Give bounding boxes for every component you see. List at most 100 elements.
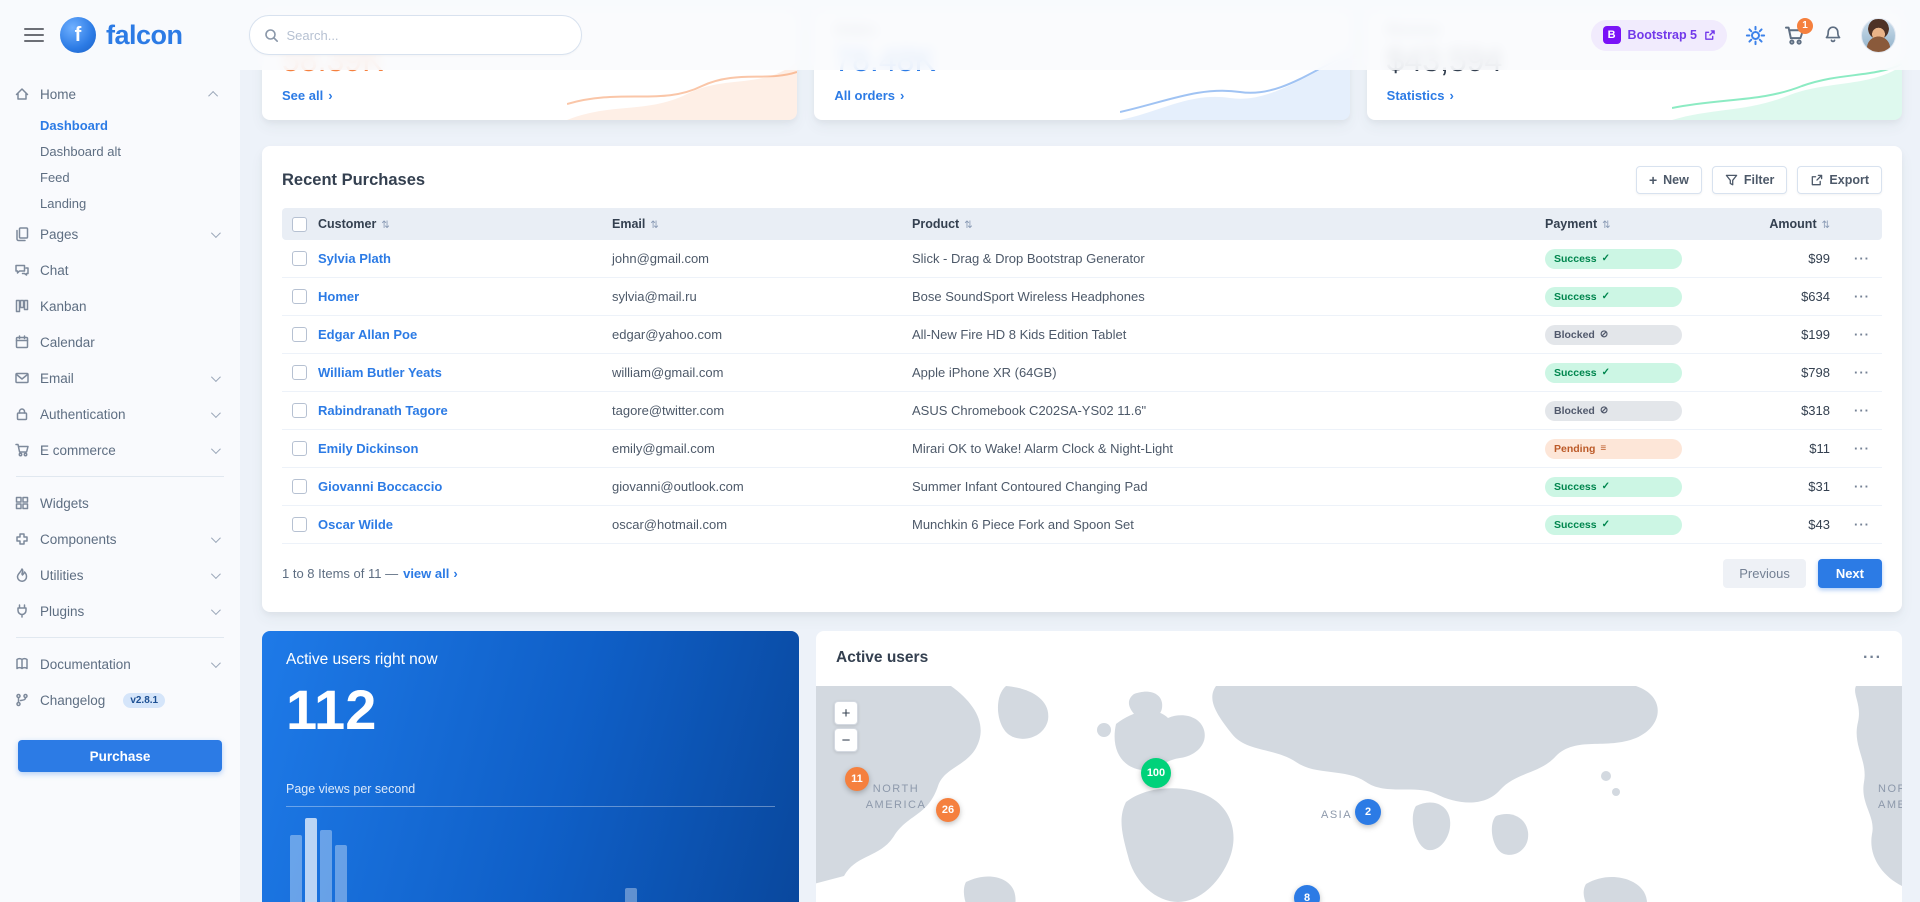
customer-link[interactable]: Emily Dickinson: [318, 441, 612, 456]
email-cell: emily@gmail.com: [612, 441, 912, 456]
sidebar-item-calendar[interactable]: Calendar: [0, 324, 240, 360]
zoom-in-button[interactable]: +: [834, 701, 858, 725]
row-actions-button[interactable]: ···: [1854, 479, 1870, 494]
column-header-email[interactable]: Email: [612, 217, 912, 231]
view-all-link[interactable]: view all: [403, 566, 458, 581]
sidebar-item-pages[interactable]: Pages: [0, 216, 240, 252]
bootstrap-badge[interactable]: B Bootstrap 5: [1591, 20, 1727, 51]
cart-count-badge: 1: [1797, 18, 1813, 34]
row-actions-button[interactable]: ···: [1854, 403, 1870, 418]
sidebar-item-utilities[interactable]: Utilities: [0, 557, 240, 593]
row-checkbox[interactable]: [292, 479, 307, 494]
export-button[interactable]: Export: [1797, 166, 1882, 194]
sidebar-item-ecommerce[interactable]: E commerce: [0, 432, 240, 468]
sidebar-item-kanban[interactable]: Kanban: [0, 288, 240, 324]
row-checkbox[interactable]: [292, 289, 307, 304]
amount-cell: $43: [1808, 517, 1842, 532]
table-row: Rabindranath Tagore tagore@twitter.com A…: [282, 392, 1882, 430]
customer-link[interactable]: Sylvia Plath: [318, 251, 612, 266]
map-marker[interactable]: 26: [936, 798, 960, 822]
sidebar-item-documentation[interactable]: Documentation: [0, 646, 240, 682]
settings-gear-button[interactable]: [1745, 25, 1766, 46]
all-orders-link[interactable]: All orders: [834, 88, 904, 103]
row-checkbox[interactable]: [292, 403, 307, 418]
sidebar-item-dashboard-alt[interactable]: Dashboard alt: [0, 138, 240, 164]
sidebar-item-label: Email: [40, 371, 74, 386]
user-avatar[interactable]: [1861, 18, 1896, 53]
filter-button[interactable]: Filter: [1712, 166, 1788, 194]
cart-button[interactable]: 1: [1784, 25, 1805, 46]
hamburger-menu-icon[interactable]: [24, 28, 44, 42]
stream-icon: ≡: [1600, 443, 1606, 454]
sparkline-bar: [290, 835, 302, 902]
sparkline-bar: [625, 888, 637, 902]
payment-badge: Success✓: [1545, 287, 1682, 307]
product-cell: Slick - Drag & Drop Bootstrap Generator: [912, 251, 1527, 266]
sidebar-item-email[interactable]: Email: [0, 360, 240, 396]
sidebar-item-widgets[interactable]: Widgets: [0, 485, 240, 521]
map-marker[interactable]: 2: [1355, 799, 1381, 825]
row-checkbox[interactable]: [292, 327, 307, 342]
row-checkbox[interactable]: [292, 251, 307, 266]
payment-label: Success: [1554, 519, 1597, 531]
sidebar-divider: [16, 476, 224, 477]
row-actions-button[interactable]: ···: [1854, 327, 1870, 342]
purchase-button[interactable]: Purchase: [18, 740, 222, 772]
row-actions-button[interactable]: ···: [1854, 289, 1870, 304]
column-header-payment[interactable]: Payment: [1527, 217, 1682, 231]
sidebar-item-dashboard[interactable]: Dashboard: [0, 112, 240, 138]
row-checkbox[interactable]: [292, 517, 307, 532]
customer-link[interactable]: Rabindranath Tagore: [318, 403, 612, 418]
row-actions-button[interactable]: ···: [1854, 441, 1870, 456]
row-actions-button[interactable]: ···: [1854, 251, 1870, 266]
sidebar-item-label: Pages: [40, 227, 78, 242]
column-header-customer[interactable]: Customer: [318, 217, 612, 231]
customer-link[interactable]: William Butler Yeats: [318, 365, 612, 380]
zoom-out-button[interactable]: −: [834, 728, 858, 752]
amount-cell: $634: [1801, 289, 1842, 304]
sidebar-item-changelog[interactable]: Changelog v2.8.1: [0, 682, 240, 718]
customer-link[interactable]: Edgar Allan Poe: [318, 327, 612, 342]
column-header-amount[interactable]: Amount: [1769, 217, 1842, 231]
sidebar-item-label: Chat: [40, 263, 69, 278]
amount-cell: $11: [1809, 441, 1842, 456]
sidebar-item-chat[interactable]: Chat: [0, 252, 240, 288]
column-header-product[interactable]: Product: [912, 217, 1527, 231]
customer-link[interactable]: Giovanni Boccaccio: [318, 479, 612, 494]
sidebar-item-components[interactable]: Components: [0, 521, 240, 557]
sidebar-item-label: Components: [40, 532, 117, 547]
new-button[interactable]: + New: [1636, 166, 1702, 194]
row-actions-button[interactable]: ···: [1854, 517, 1870, 532]
filter-button-label: Filter: [1744, 173, 1775, 187]
new-button-label: New: [1663, 173, 1689, 187]
customer-link[interactable]: Homer: [318, 289, 612, 304]
table-row: Giovanni Boccaccio giovanni@outlook.com …: [282, 468, 1882, 506]
code-branch-icon: [14, 692, 30, 708]
sidebar-item-plugins[interactable]: Plugins: [0, 593, 240, 629]
map-marker[interactable]: 100: [1141, 758, 1171, 788]
previous-button[interactable]: Previous: [1723, 559, 1806, 588]
plug-icon: [14, 603, 30, 619]
sidebar-item-landing[interactable]: Landing: [0, 190, 240, 216]
select-all-checkbox[interactable]: [292, 217, 307, 232]
row-checkbox[interactable]: [292, 365, 307, 380]
sidebar-item-authentication[interactable]: Authentication: [0, 396, 240, 432]
row-checkbox[interactable]: [292, 441, 307, 456]
chevron-down-icon: [211, 569, 221, 579]
customer-link[interactable]: Oscar Wilde: [318, 517, 612, 532]
brand-logo[interactable]: f falcon: [60, 17, 183, 53]
search-input[interactable]: [287, 28, 567, 43]
card-menu-button[interactable]: ···: [1863, 649, 1882, 667]
next-button[interactable]: Next: [1818, 559, 1882, 588]
sparkline-bar: [320, 830, 332, 902]
sidebar-item-feed[interactable]: Feed: [0, 164, 240, 190]
row-actions-button[interactable]: ···: [1854, 365, 1870, 380]
sidebar-item-label: Calendar: [40, 335, 95, 350]
notifications-button[interactable]: [1823, 25, 1843, 45]
sidebar-item-home[interactable]: Home: [0, 76, 240, 112]
statistics-link[interactable]: Statistics: [1387, 88, 1454, 103]
map-marker[interactable]: 11: [845, 767, 869, 791]
sidebar-divider: [16, 637, 224, 638]
see-all-link[interactable]: See all: [282, 88, 333, 103]
purchases-table: Customer Email Product Payment Amount Sy…: [282, 208, 1882, 544]
